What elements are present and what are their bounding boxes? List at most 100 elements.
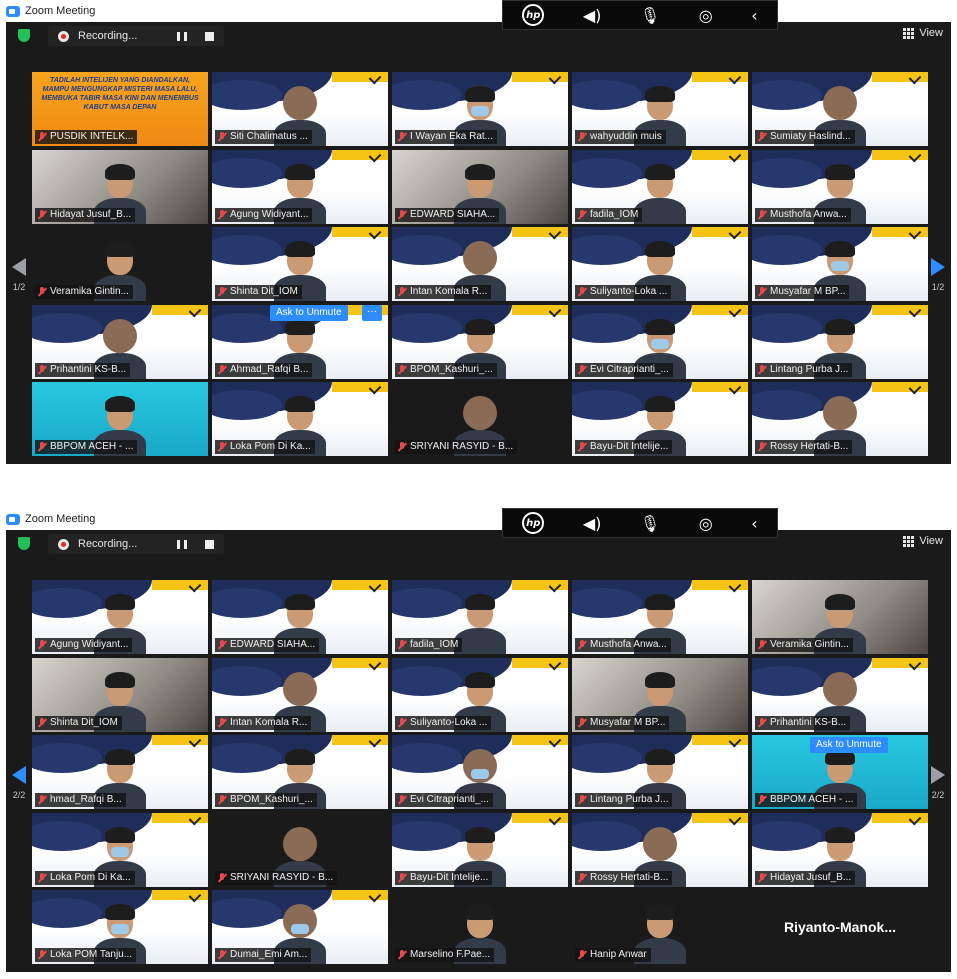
participant-name-label: Bayu-Dit Intelije... (395, 870, 493, 885)
participant-tile[interactable]: Hidayat Jusuf_B... (752, 812, 928, 887)
participant-tile[interactable]: Veramika Gintin... (752, 580, 928, 654)
participant-name: Suliyanto-Loka ... (410, 716, 488, 728)
participant-name-label: Loka Pom Di Ka... (215, 440, 315, 454)
participant-name: Lintang Purba J... (770, 363, 849, 375)
participant-tile[interactable]: Loka Pom Di Ka... (32, 812, 208, 887)
back-arrow-icon[interactable]: ‹ (751, 514, 757, 533)
broadcast-icon[interactable]: ◎ (699, 6, 713, 25)
participant-tile[interactable]: Musthofa Anwa... (572, 580, 748, 654)
participant-tile[interactable]: SRIYANI RASYID - B... (212, 812, 388, 887)
participant-tile[interactable]: TADILAH INTELIJEN YANG DIANDALKAN, MAMPU… (32, 72, 208, 146)
participant-tile[interactable]: I Wayan Eka Rat... (392, 72, 568, 146)
participant-tile[interactable]: BBPOM ACEH - ... (32, 382, 208, 456)
participant-tile[interactable]: Prihantini KS-B... (752, 657, 928, 732)
participant-tile[interactable]: Hanip Anwar (572, 890, 748, 964)
participant-name-only-tile[interactable]: Riyanto-Manok... (752, 890, 928, 964)
ask-to-unmute-button[interactable]: Ask to Unmute (810, 737, 888, 753)
participant-tile[interactable]: Agung Widiyant... (32, 580, 208, 654)
participant-tile[interactable]: Suliyanto-Loka ... (392, 657, 568, 732)
participant-tile[interactable]: Lintang Purba J... (752, 304, 928, 379)
person-hair (105, 396, 135, 412)
view-button[interactable]: View (903, 27, 943, 39)
participant-tile[interactable]: Prihantini KS-B... (32, 304, 208, 379)
participant-tile[interactable]: Sumiaty Haslind... (752, 72, 928, 146)
participant-name: PUSDIK INTELK... (50, 131, 134, 142)
participant-tile[interactable]: Musyafar M BP... (572, 657, 748, 732)
participant-tile[interactable]: Musyafar M BP... (752, 227, 928, 301)
participant-tile[interactable]: fadila_IOM (572, 149, 748, 224)
participant-tile[interactable]: Lintang Purba J... (572, 735, 748, 809)
participant-tile[interactable]: Musthofa Anwa... (752, 149, 928, 224)
muted-mic-icon (758, 287, 766, 297)
participant-tile[interactable]: Evi Citraprianti_... (572, 304, 748, 379)
participant-tile[interactable]: Dumai_Emi Am... (212, 890, 388, 964)
face-mask (111, 924, 129, 934)
prev-page-button[interactable]: 1/2 (4, 240, 34, 310)
participant-tile[interactable]: Shinta Dit_IOM (32, 657, 208, 732)
participant-tile[interactable]: Intan Komala R... (212, 657, 388, 732)
next-page-button[interactable]: 2/2 (923, 748, 953, 818)
recording-label: Recording... (78, 30, 138, 42)
pause-recording-button[interactable] (177, 31, 187, 41)
muted-mic-icon (398, 364, 406, 375)
prev-page-button[interactable]: 2/2 (4, 748, 34, 818)
participant-tile[interactable]: Hidayat Jusuf_B... (32, 149, 208, 224)
participant-tile[interactable]: fadila_IOM (392, 580, 568, 654)
participant-name-label: PUSDIK INTELK... (35, 130, 138, 144)
workshop-wave-decor (752, 820, 822, 851)
back-arrow-icon[interactable]: ‹ (751, 6, 757, 25)
pause-recording-button[interactable] (177, 539, 187, 549)
participant-name: Evi Citraprianti_... (410, 794, 489, 805)
participant-tile[interactable]: Shinta Dit_IOM (212, 227, 388, 301)
muted-mic-icon (38, 640, 46, 650)
microphone-icon[interactable]: 🎙 (640, 6, 660, 25)
participant-tile[interactable]: Loka POM Tanju... (32, 890, 208, 964)
participant-tile[interactable]: Veramika Gintin... (32, 227, 208, 301)
speaker-icon[interactable]: ◀) (583, 514, 602, 533)
ask-to-unmute-button[interactable]: Ask to Unmute (270, 304, 348, 321)
participant-tile[interactable]: Loka Pom Di Ka... (212, 382, 388, 456)
participant-name-label: Musyafar M BP... (755, 285, 850, 299)
meeting-topbar: Recording... View (6, 22, 951, 48)
participant-name-label: SRIYANI RASYID - B... (215, 870, 338, 885)
participant-tile[interactable]: Suliyanto-Loka ... (572, 227, 748, 301)
participant-tile[interactable]: EDWARD SIAHA... (392, 149, 568, 224)
person-hair (645, 671, 675, 688)
participant-tile[interactable]: hmad_Rafqi B... (32, 735, 208, 809)
participant-tile[interactable]: Marselino F.Pae... (392, 890, 568, 964)
muted-mic-icon (398, 209, 406, 220)
participant-tile[interactable]: Rossy Hertati-B... (572, 812, 748, 887)
participant-name-label: wahyuddin muis (575, 130, 666, 144)
more-options-button[interactable]: ··· (362, 304, 382, 321)
participant-tile[interactable]: Siti Chalimatus ... (212, 72, 388, 146)
person-hair (103, 318, 137, 353)
speaker-icon[interactable]: ◀) (583, 6, 602, 25)
participant-tile[interactable]: Intan Komala R... (392, 227, 568, 301)
muted-mic-icon (758, 364, 766, 375)
participant-name-label: Evi Citraprianti_... (395, 793, 493, 807)
hp-logo: hp (522, 512, 545, 534)
participant-tile[interactable]: Bayu-Dit Intelije... (572, 382, 748, 456)
microphone-icon[interactable]: 🎙 (640, 514, 660, 533)
participant-tile[interactable]: Evi Citraprianti_... (392, 735, 568, 809)
recording-dot-icon (58, 30, 69, 42)
person-hair (823, 86, 857, 120)
participant-tile[interactable]: SRIYANI RASYID - B... (392, 382, 568, 456)
participant-tile[interactable]: Rossy Hertati-B... (752, 382, 928, 456)
participant-tile[interactable]: wahyuddin muis (572, 72, 748, 146)
participant-tile[interactable]: BPOM_Kashuri_... (212, 735, 388, 809)
participant-name: fadila_IOM (590, 208, 639, 220)
security-shield-icon[interactable] (18, 537, 30, 550)
muted-mic-icon (218, 442, 226, 452)
participant-tile[interactable]: EDWARD SIAHA... (212, 580, 388, 654)
participant-tile[interactable]: BPOM_Kashuri_... (392, 304, 568, 379)
next-page-button[interactable]: 1/2 (923, 240, 953, 310)
broadcast-icon[interactable]: ◎ (699, 514, 713, 533)
security-shield-icon[interactable] (18, 29, 30, 42)
view-button[interactable]: View (903, 535, 943, 547)
participant-tile[interactable]: Bayu-Dit Intelije... (392, 812, 568, 887)
participant-name-label: Shinta Dit_IOM (35, 715, 122, 730)
participant-tile[interactable]: Agung Widiyant... (212, 149, 388, 224)
stop-recording-button[interactable] (205, 31, 214, 41)
stop-recording-button[interactable] (205, 539, 214, 549)
